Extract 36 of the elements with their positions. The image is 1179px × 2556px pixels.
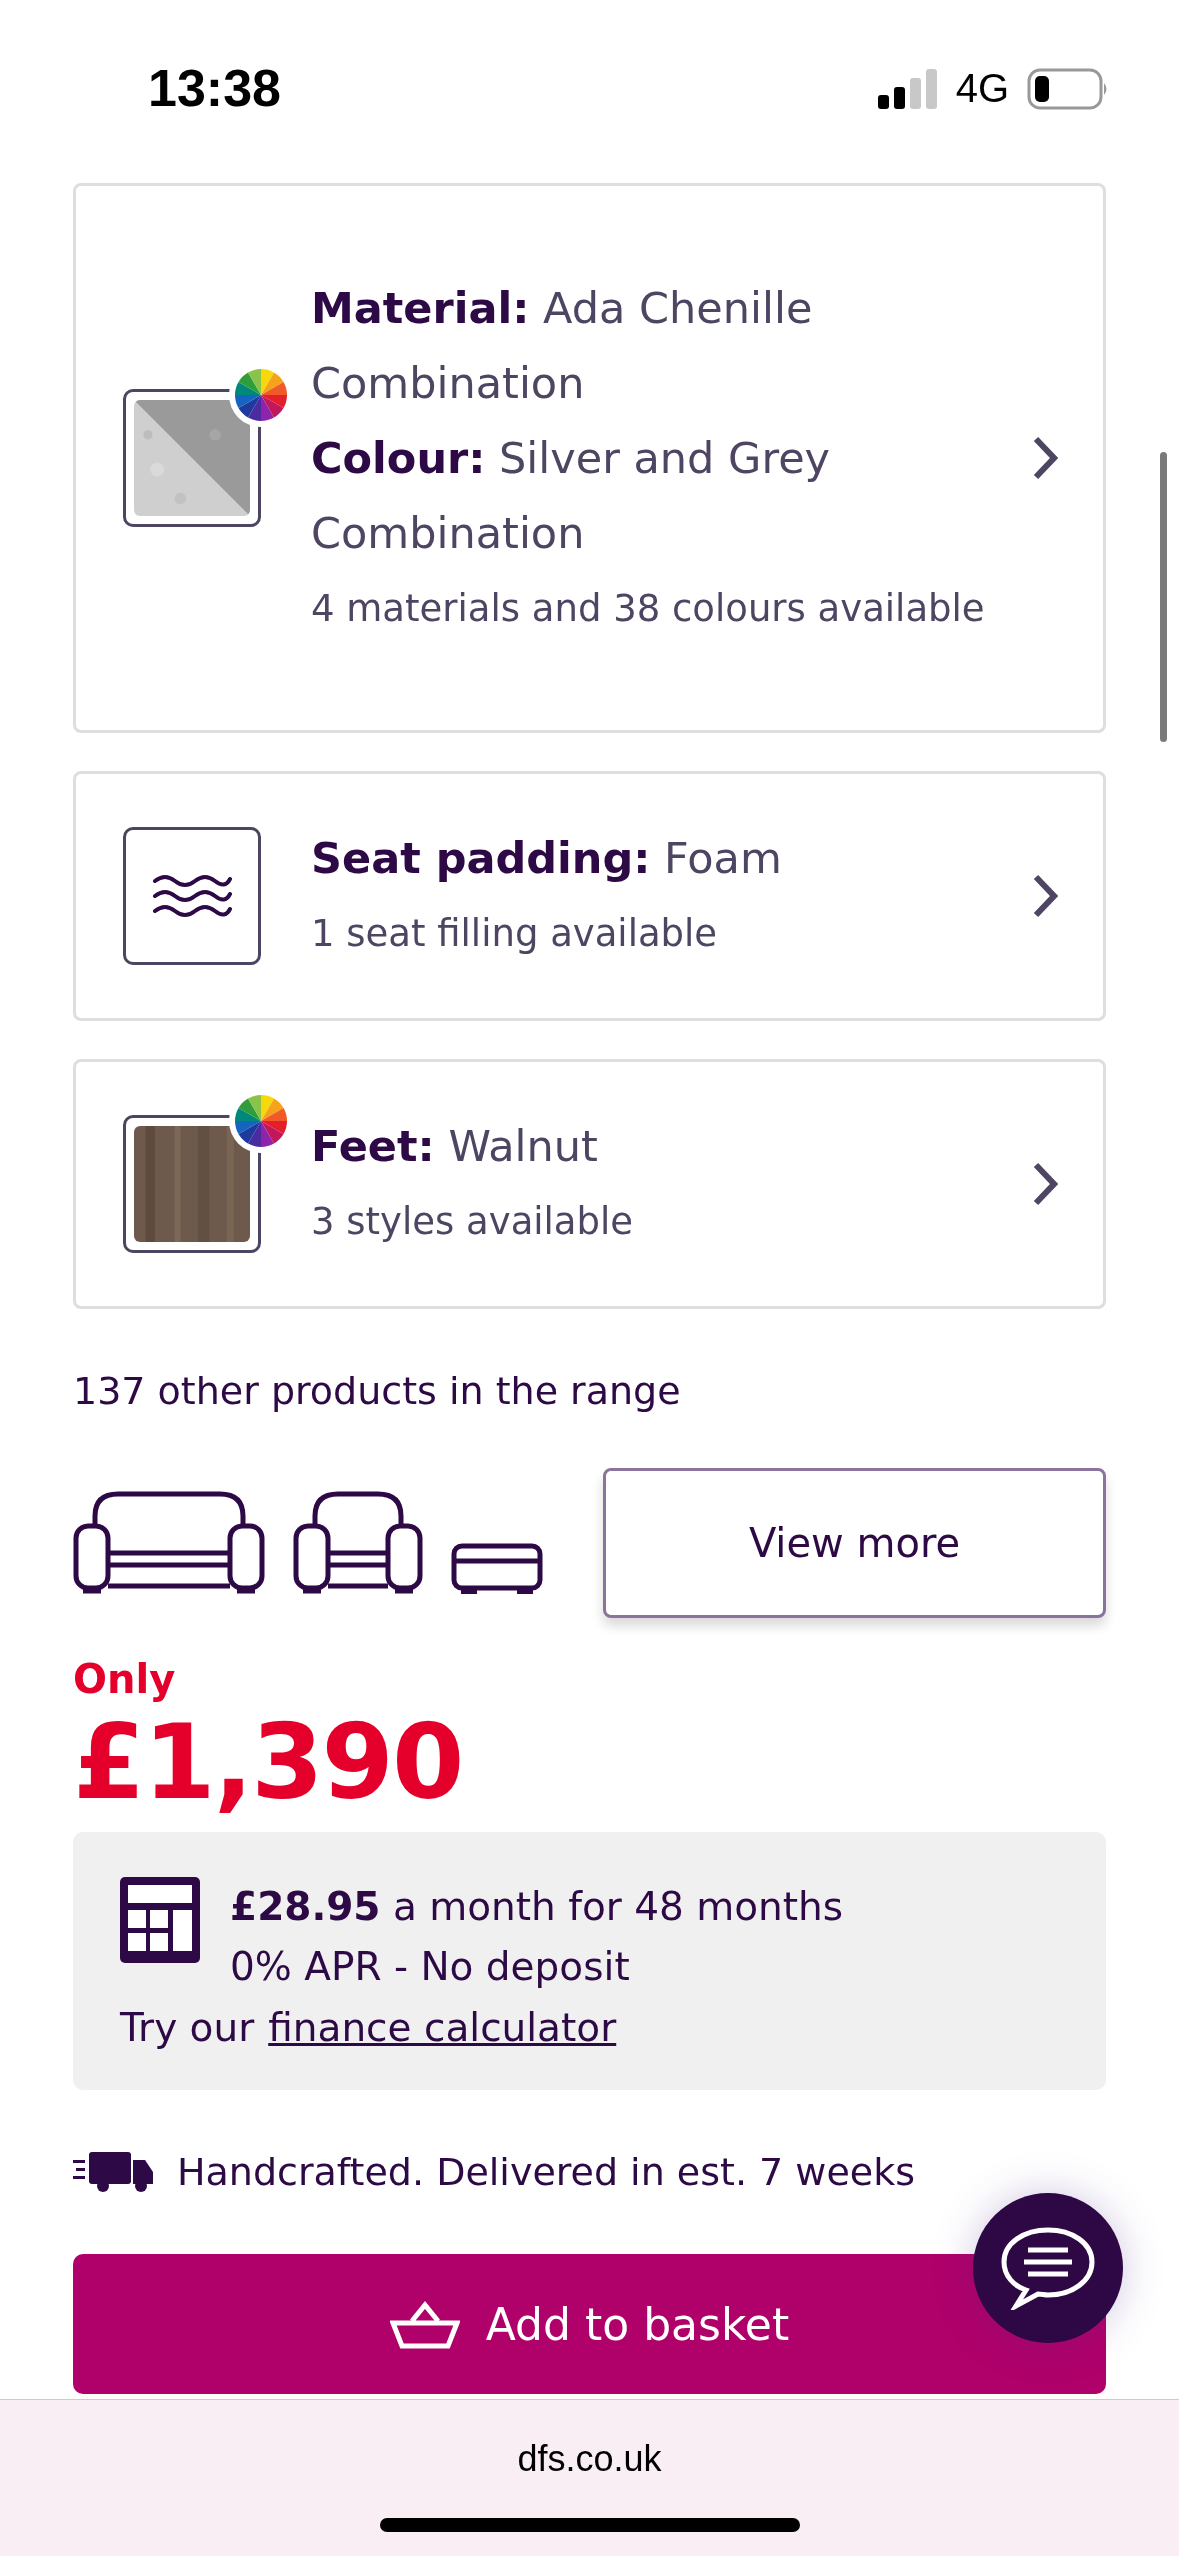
finance-terms: 0% APR - No deposit — [230, 1943, 631, 1991]
range-label: 137 other products in the range — [73, 1369, 682, 1413]
footstool-icon — [451, 1543, 543, 1595]
basket-icon — [389, 2299, 460, 2349]
battery-icon — [1027, 67, 1109, 110]
foam-icon — [123, 827, 261, 965]
option-value: Material: Ada Chenille Combination — [311, 281, 814, 410]
finance-prompt: Try our — [120, 2005, 255, 2050]
price-prefix: Only — [73, 1656, 177, 1702]
option-value: Feet: Walnut — [311, 1120, 599, 1173]
option-card[interactable]: Material: Ada Chenille Combination Colour: Silver and Grey Combination 4 materials and 38 colours available — [73, 183, 1106, 733]
sofa-icon — [73, 1491, 265, 1595]
chevron-icon — [1032, 1161, 1058, 1207]
armchair-icon — [293, 1491, 423, 1595]
add-to-basket-button[interactable]: Add to basket — [73, 2254, 1106, 2394]
chevron-icon — [1032, 435, 1058, 481]
truck-icon — [73, 2152, 155, 2192]
finance-calculator-link[interactable]: finance calculator — [268, 2005, 617, 2050]
view-more-button[interactable]: View more — [603, 1468, 1106, 1618]
option-availability: 4 materials and 38 colours available — [311, 585, 986, 632]
delivery-info: Handcrafted. Delivered in est. 7 weeks — [177, 2150, 915, 2194]
network-label: 4G — [955, 66, 1009, 111]
price: £1,390 — [73, 1702, 464, 1822]
chat-icon — [1000, 2226, 1096, 2310]
signal-icon — [877, 68, 938, 109]
option-card[interactable]: Seat padding: Foam 1 seat filling available — [73, 771, 1106, 1021]
option-value: Colour: Silver and Grey Combination — [311, 431, 832, 560]
chevron-icon — [1032, 873, 1058, 919]
option-card[interactable]: Feet: Walnut 3 styles available — [73, 1059, 1106, 1309]
clock-time: 13:38 — [148, 58, 281, 118]
option-value: Seat padding: Foam — [311, 832, 783, 885]
option-availability: 3 styles available — [311, 1199, 635, 1245]
option-availability: 1 seat filling available — [311, 911, 719, 957]
url-text[interactable]: dfs.co.uk — [517, 2438, 662, 2480]
calculator-icon — [120, 1877, 200, 1963]
monthly-payment: £28.95 a month for 48 months — [230, 1883, 844, 1931]
